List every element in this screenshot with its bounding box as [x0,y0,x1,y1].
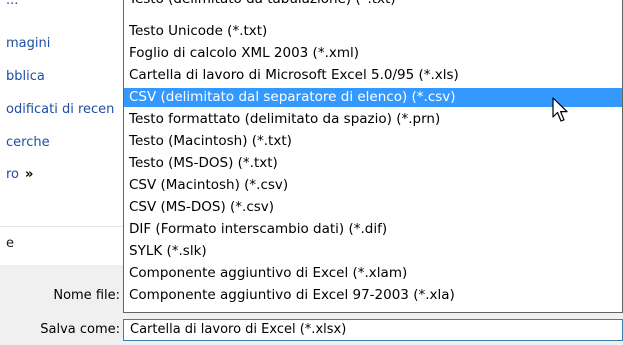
filetype-option[interactable]: Cartella di lavoro di Microsoft Excel 5.… [124,66,622,85]
filetype-option[interactable]: DIF (Formato interscambio dati) (*.dif) [124,220,622,239]
savetype-select[interactable]: Cartella di lavoro di Excel (*.xlsx) [123,319,623,341]
filetype-option-selected[interactable]: CSV (delimitato dal separatore di elenco… [124,88,622,107]
savetype-selected-value: Cartella di lavoro di Excel (*.xlsx) [130,322,347,337]
filetype-dropdown-list[interactable]: Testo (delimitato da tabulazione) (*.txt… [123,0,623,313]
filetype-option[interactable]: CSV (MS-DOS) (*.csv) [124,198,622,217]
navigation-pane: ... magini bblica odificati di recen cer… [0,0,124,265]
arrow-cursor-icon [552,97,568,122]
savetype-label: Salva come: [40,322,120,337]
nav-item-images[interactable]: magini [6,35,50,53]
filetype-option[interactable]: SYLK (*.slk) [124,242,622,261]
double-chevron-right-icon[interactable]: » [25,167,33,182]
nav-item-bottom[interactable]: e [6,235,14,253]
filename-label: Nome file: [53,288,120,303]
nav-item-searches[interactable]: cerche [6,134,50,152]
filetype-option[interactable]: Componente aggiuntivo di Excel 97-2003 (… [124,286,622,305]
filetype-option[interactable]: Testo Unicode (*.txt) [124,22,622,41]
nav-item-partial[interactable]: ... [6,0,18,10]
nav-item-public[interactable]: bblica [6,68,45,86]
filetype-option[interactable]: Componente aggiuntivo di Excel (*.xlam) [124,264,622,283]
filetype-option-partial[interactable]: Testo (delimitato da tabulazione) (*.txt… [124,0,622,9]
filetype-option[interactable]: Testo (MS-DOS) (*.txt) [124,154,622,173]
filetype-option[interactable]: Testo (Macintosh) (*.txt) [124,132,622,151]
filetype-option[interactable]: Foglio di calcolo XML 2003 (*.xml) [124,44,622,63]
nav-item-more[interactable]: ro » [6,166,33,184]
filetype-option[interactable]: Testo formattato (delimitato da spazio) … [124,110,622,129]
nav-item-recent[interactable]: odificati di recen [6,101,114,119]
filetype-option[interactable]: CSV (Macintosh) (*.csv) [124,176,622,195]
nav-item-more-label: ro [6,167,20,182]
nav-divider [0,226,124,227]
